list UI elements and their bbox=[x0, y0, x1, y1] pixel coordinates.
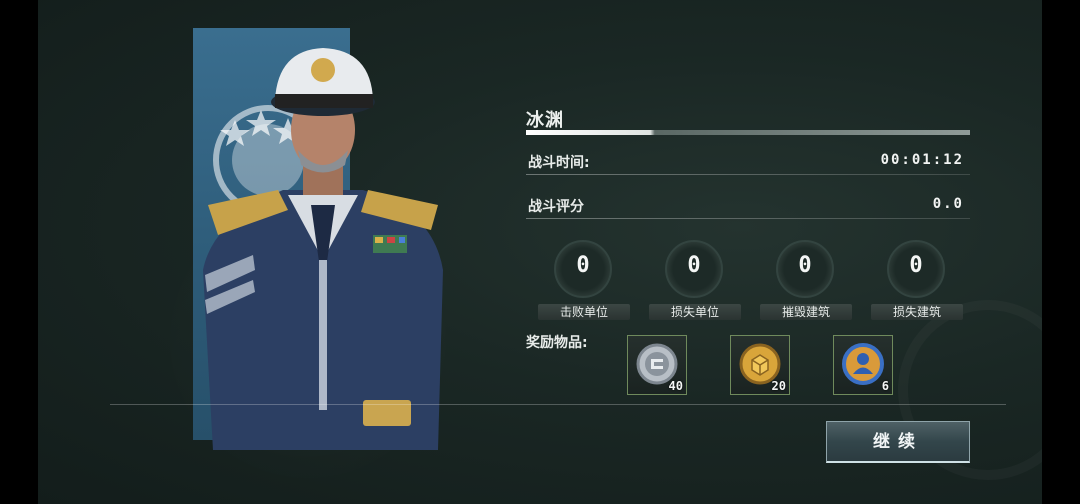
title-divider bbox=[526, 130, 970, 135]
battle-score-value: 0.0 bbox=[932, 196, 964, 212]
reward-quantity: 6 bbox=[881, 379, 889, 393]
stat-value: 0 bbox=[798, 253, 812, 278]
reward-item-silver-coin[interactable]: 40 bbox=[627, 335, 687, 395]
commander-badge-icon bbox=[842, 343, 884, 385]
reward-item-gold-coin[interactable]: 20 bbox=[730, 335, 790, 395]
stage-title: 冰渊 bbox=[526, 110, 564, 131]
row-divider bbox=[526, 174, 970, 175]
stat-buildings-lost: 0 损失建筑 bbox=[871, 240, 963, 322]
stat-buildings-destroyed: 0 摧毁建筑 bbox=[760, 240, 852, 322]
rewards-label: 奖励物品: bbox=[526, 335, 588, 351]
stat-label: 损失单位 bbox=[649, 304, 741, 320]
stat-value: 0 bbox=[909, 253, 923, 278]
battle-result-screen: 冰渊 战斗时间: 00:01:12 战斗评分 0.0 0 击败单位 0 损失单位… bbox=[38, 0, 1042, 504]
battle-score-label: 战斗评分 bbox=[528, 199, 584, 215]
reward-quantity: 20 bbox=[771, 379, 786, 393]
bottom-divider bbox=[110, 404, 1006, 405]
reward-quantity: 40 bbox=[668, 379, 683, 393]
commander-portrait bbox=[203, 48, 443, 450]
stat-label: 损失建筑 bbox=[871, 304, 963, 320]
continue-button[interactable]: 继续 bbox=[826, 421, 970, 463]
stat-value: 0 bbox=[687, 253, 701, 278]
stat-label: 摧毁建筑 bbox=[760, 304, 852, 320]
row-divider bbox=[526, 218, 970, 219]
stat-units-lost: 0 损失单位 bbox=[649, 240, 741, 322]
battle-score-row: 战斗评分 0.0 bbox=[526, 192, 970, 222]
battle-time-value: 00:01:12 bbox=[880, 152, 964, 168]
stat-label: 击败单位 bbox=[538, 304, 630, 320]
battle-time-row: 战斗时间: 00:01:12 bbox=[526, 148, 970, 178]
reward-item-commander-badge[interactable]: 6 bbox=[833, 335, 893, 395]
stat-value: 0 bbox=[576, 253, 590, 278]
battle-time-label: 战斗时间: bbox=[528, 155, 590, 171]
stat-units-defeated: 0 击败单位 bbox=[538, 240, 630, 322]
